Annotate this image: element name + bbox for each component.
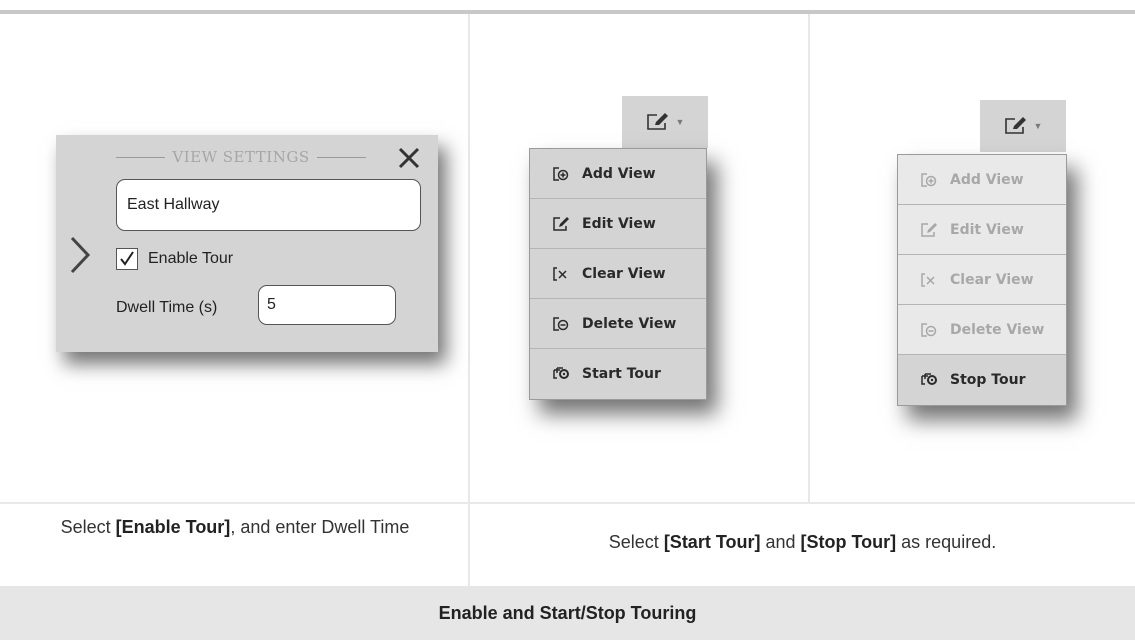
menu-item-clear-view-disabled: Clear View <box>898 255 1066 305</box>
menu-item-edit-view-disabled: Edit View <box>898 205 1066 255</box>
menu-item-edit-view[interactable]: Edit View <box>530 199 706 249</box>
chevron-right-icon[interactable] <box>68 235 92 275</box>
row-divider <box>0 502 1135 504</box>
chevron-down-icon: ▼ <box>675 117 685 127</box>
caption-enable-tour: Select [Enable Tour], and enter Dwell Ti… <box>60 517 410 537</box>
enable-tour-checkbox[interactable] <box>116 248 138 270</box>
view-menu-button-touring[interactable]: ▼ <box>980 100 1066 152</box>
column-divider-2 <box>808 14 810 502</box>
menu-item-start-tour[interactable]: Start Tour <box>530 349 706 399</box>
menu-item-add-view-disabled: Add View <box>898 155 1066 205</box>
view-name-input[interactable] <box>116 179 421 231</box>
menu-item-add-view[interactable]: Add View <box>530 149 706 199</box>
dwell-time-label: Dwell Time (s) <box>116 299 218 316</box>
menu-item-delete-view-disabled: Delete View <box>898 305 1066 355</box>
add-view-icon <box>920 172 938 188</box>
column-divider-1 <box>468 14 470 586</box>
view-settings-panel: VIEW SETTINGS Enable Tour Dwell Time (s) <box>56 135 438 352</box>
edit-view-icon <box>646 112 670 132</box>
clear-view-icon <box>552 266 570 282</box>
enable-tour-row[interactable]: Enable Tour <box>116 248 233 270</box>
add-view-icon <box>552 166 570 182</box>
edit-view-icon <box>920 222 938 238</box>
view-settings-title: VIEW SETTINGS <box>172 148 310 166</box>
view-menu-dropdown-touring: Add View Edit View Clear View Delete Vie… <box>897 154 1067 406</box>
enable-tour-label: Enable Tour <box>148 250 234 267</box>
view-menu-button[interactable]: ▼ <box>622 96 708 148</box>
checkmark-icon <box>120 251 134 266</box>
tour-icon <box>552 366 570 382</box>
footer-title: Enable and Start/Stop Touring <box>0 586 1135 640</box>
view-menu-dropdown: Add View Edit View Clear View Delete Vie… <box>529 148 707 400</box>
close-icon[interactable] <box>396 145 422 171</box>
top-border <box>0 10 1135 14</box>
chevron-down-icon: ▼ <box>1033 121 1043 131</box>
delete-view-icon <box>552 316 570 332</box>
dwell-time-input[interactable] <box>258 285 396 325</box>
tour-icon <box>920 372 938 388</box>
caption-start-stop-tour: Select [Start Tour] and [Stop Tour] as r… <box>608 532 997 552</box>
menu-item-stop-tour[interactable]: Stop Tour <box>898 355 1066 405</box>
menu-item-delete-view[interactable]: Delete View <box>530 299 706 349</box>
delete-view-icon <box>920 322 938 338</box>
view-settings-header: VIEW SETTINGS <box>116 145 366 169</box>
edit-view-icon <box>1004 116 1028 136</box>
edit-view-icon <box>552 216 570 232</box>
menu-item-clear-view[interactable]: Clear View <box>530 249 706 299</box>
clear-view-icon <box>920 272 938 288</box>
